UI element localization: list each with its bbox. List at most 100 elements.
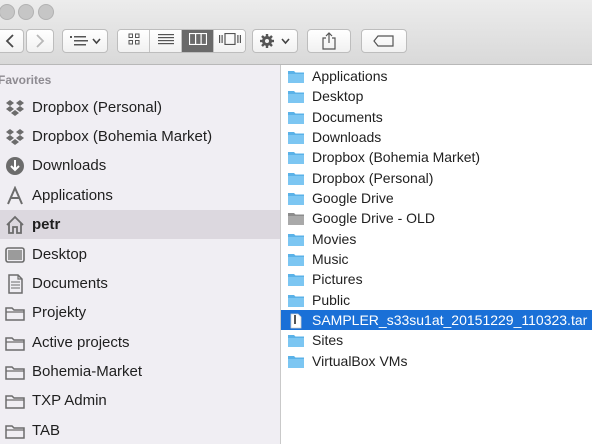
folder-icon [288, 110, 304, 124]
file-item-desktop[interactable]: Desktop [281, 86, 592, 106]
sidebar-item-label: Documents [32, 275, 108, 292]
file-item-google-drive-old[interactable]: Google Drive - OLD [281, 208, 592, 228]
sidebar-item-label: Dropbox (Personal) [32, 99, 163, 116]
tag-icon [373, 35, 395, 47]
applications-icon [5, 185, 25, 206]
sidebar-item-documents[interactable]: Documents [0, 269, 280, 298]
file-item-movies[interactable]: Movies [281, 229, 592, 249]
folder-icon [288, 272, 304, 286]
folder-icon [288, 130, 304, 144]
columns-icon [188, 32, 207, 50]
folder-gray-icon [288, 211, 304, 225]
file-name: Applications [312, 68, 388, 84]
sidebar-item-label: Applications [32, 187, 113, 204]
sidebar: Favorites Dropbox (Personal) Dropbox (Bo… [0, 65, 281, 444]
sidebar-section-title: Favorites [0, 73, 52, 87]
window-toolbar [0, 0, 592, 65]
action-button[interactable] [252, 29, 298, 53]
cover-flow-icon [218, 32, 241, 50]
list-arrange-icon [68, 34, 102, 48]
folder-icon [288, 293, 304, 307]
folder-icon [5, 391, 25, 411]
file-name: Dropbox (Bohemia Market) [312, 149, 481, 165]
folder-icon [5, 303, 25, 323]
folder-icon [5, 333, 25, 353]
sidebar-item-label: Bohemia-Market [32, 363, 143, 380]
sidebar-item-active-projects[interactable]: Active projects [0, 328, 280, 357]
file-item-pictures[interactable]: Pictures [281, 269, 592, 289]
tag-button[interactable] [361, 29, 407, 53]
column-view-button[interactable] [182, 30, 214, 52]
folder-icon [5, 421, 25, 441]
folder-icon [288, 354, 304, 368]
sidebar-item-txp-admin[interactable]: TXP Admin [0, 386, 280, 415]
file-item-public[interactable]: Public [281, 290, 592, 310]
grid-icon [128, 32, 140, 50]
minimize-window-button[interactable] [18, 4, 34, 20]
sidebar-item-bohemia-market[interactable]: Bohemia-Market [0, 357, 280, 386]
file-item-documents[interactable]: Documents [281, 107, 592, 127]
file-name: Google Drive - OLD [312, 210, 435, 226]
list-view-button[interactable] [150, 30, 182, 52]
sidebar-item-label: TAB [32, 422, 61, 439]
sidebar-item-label: Downloads [32, 157, 107, 174]
file-name: Pictures [312, 271, 363, 287]
folder-icon [288, 232, 304, 246]
sidebar-item-dropbox-personal[interactable]: Dropbox (Personal) [0, 93, 280, 122]
file-name: Dropbox (Personal) [312, 170, 434, 186]
file-name: Downloads [312, 129, 382, 145]
cover-flow-view-button[interactable] [214, 30, 245, 52]
share-button[interactable] [307, 29, 351, 53]
file-name: SAMPLER_s33su1at_20151229_110323.tar [312, 312, 588, 328]
file-item-music[interactable]: Music [281, 249, 592, 269]
list-icon [157, 32, 174, 50]
view-mode-control[interactable] [117, 29, 246, 53]
file-column: Applications Desktop Documents Downloads… [281, 65, 592, 444]
file-item-downloads[interactable]: Downloads [281, 127, 592, 147]
share-icon [322, 32, 336, 50]
file-name: Sites [312, 332, 344, 348]
sidebar-item-tab[interactable]: TAB [0, 416, 280, 445]
sidebar-item-label: TXP Admin [32, 392, 107, 409]
sidebar-item-downloads[interactable]: Downloads [0, 151, 280, 180]
sidebar-item-label: petr [32, 216, 61, 233]
sidebar-item-projekty[interactable]: Projekty [0, 298, 280, 327]
back-button[interactable] [0, 29, 24, 53]
file-name: Desktop [312, 88, 364, 104]
gear-icon [258, 33, 292, 49]
file-name: Public [312, 292, 351, 308]
sidebar-item-applications[interactable]: Applications [0, 181, 280, 210]
file-item-virtualbox-vms[interactable]: VirtualBox VMs [281, 351, 592, 371]
file-item-sampler-tar[interactable]: SAMPLER_s33su1at_20151229_110323.tar [281, 310, 592, 330]
file-name: Documents [312, 109, 383, 125]
folder-icon [288, 171, 304, 185]
folder-icon [288, 191, 304, 205]
file-name: Google Drive [312, 190, 394, 206]
sidebar-item-dropbox-bohemia[interactable]: Dropbox (Bohemia Market) [0, 122, 280, 151]
sidebar-item-desktop[interactable]: Desktop [0, 240, 280, 269]
file-item-dropbox-bohemia[interactable]: Dropbox (Bohemia Market) [281, 147, 592, 167]
forward-button[interactable] [26, 29, 54, 53]
sidebar-item-petr[interactable]: petr [0, 210, 280, 239]
arrange-button[interactable] [62, 29, 108, 53]
folder-icon [288, 333, 304, 347]
sidebar-item-label: Dropbox (Bohemia Market) [32, 128, 213, 145]
desktop-icon [5, 245, 25, 265]
zoom-window-button[interactable] [38, 4, 54, 20]
sidebar-item-label: Projekty [32, 304, 87, 321]
sidebar-item-label: Desktop [32, 246, 88, 263]
file-item-sites[interactable]: Sites [281, 330, 592, 350]
dropbox-icon [5, 127, 25, 147]
close-window-button[interactable] [0, 4, 15, 20]
download-icon [5, 156, 25, 176]
folder-icon [288, 89, 304, 103]
file-icon [288, 313, 304, 329]
dropbox-icon [5, 98, 25, 118]
folder-icon [288, 252, 304, 266]
file-item-dropbox-personal[interactable]: Dropbox (Personal) [281, 168, 592, 188]
file-item-google-drive[interactable]: Google Drive [281, 188, 592, 208]
file-name: Movies [312, 231, 357, 247]
folder-icon [288, 69, 304, 83]
file-item-applications[interactable]: Applications [281, 66, 592, 86]
icon-view-button[interactable] [118, 30, 150, 52]
